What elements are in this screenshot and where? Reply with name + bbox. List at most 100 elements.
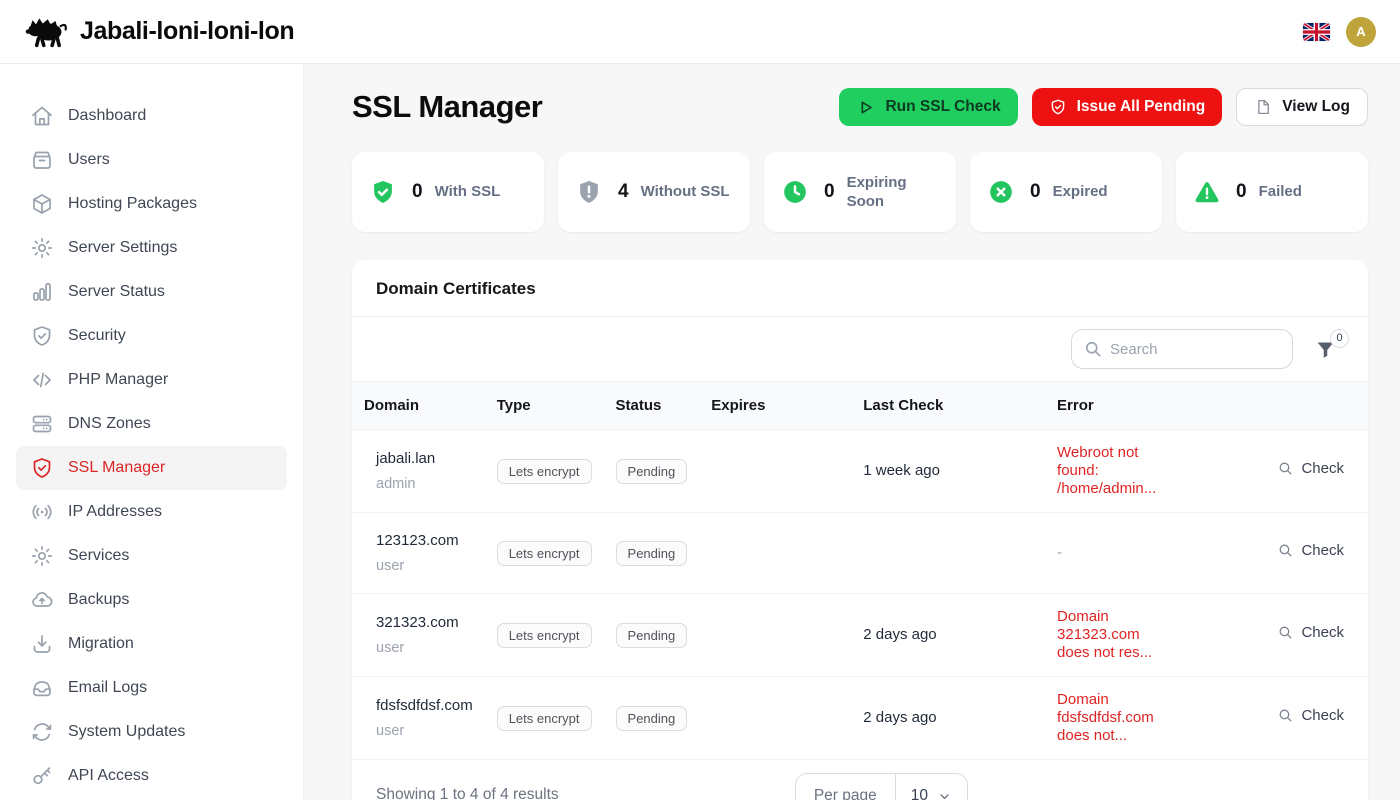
domain-name: jabali.lan bbox=[376, 450, 473, 467]
results-summary: Showing 1 to 4 of 4 results bbox=[376, 773, 559, 800]
sidebar-item[interactable]: PHP Manager bbox=[16, 358, 287, 402]
stat-count: 4 bbox=[618, 181, 629, 203]
sidebar-item-label: DNS Zones bbox=[68, 415, 151, 433]
cube-icon bbox=[30, 192, 54, 216]
type-badge: Lets encrypt bbox=[497, 459, 592, 484]
x-circle-filled-icon bbox=[988, 179, 1014, 205]
sidebar: Dashboard Users Hosting Packages Server … bbox=[0, 64, 304, 800]
sidebar-item[interactable]: Server Status bbox=[16, 270, 287, 314]
sidebar-item-label: Server Settings bbox=[68, 239, 177, 257]
check-button[interactable]: Check bbox=[1277, 542, 1344, 559]
sidebar-item[interactable]: Security bbox=[16, 314, 287, 358]
view-log-button[interactable]: View Log bbox=[1236, 88, 1368, 126]
inbox-icon bbox=[30, 676, 54, 700]
table-row: jabali.lan admin Lets encrypt Pending 1 … bbox=[352, 430, 1368, 513]
last-check-value: 2 days ago bbox=[863, 709, 936, 726]
sidebar-item[interactable]: Email Logs bbox=[16, 666, 287, 710]
run-ssl-check-button[interactable]: Run SSL Check bbox=[839, 88, 1017, 126]
sidebar-item-label: Users bbox=[68, 151, 110, 169]
domain-name: 321323.com bbox=[376, 614, 473, 631]
type-badge: Lets encrypt bbox=[497, 623, 592, 648]
filter-button[interactable]: 0 bbox=[1315, 339, 1336, 360]
type-badge: Lets encrypt bbox=[497, 541, 592, 566]
page-title: SSL Manager bbox=[352, 89, 542, 125]
check-button[interactable]: Check bbox=[1277, 460, 1344, 477]
app-title: Jabali-loni-loni-lon bbox=[80, 17, 294, 46]
column-header: Expires bbox=[699, 382, 851, 430]
uk-flag-icon[interactable] bbox=[1303, 23, 1330, 41]
sidebar-item-label: Migration bbox=[68, 635, 134, 653]
gear-icon bbox=[30, 236, 54, 260]
sidebar-item[interactable]: Services bbox=[16, 534, 287, 578]
status-badge: Pending bbox=[616, 541, 688, 566]
sidebar-item[interactable]: Users bbox=[16, 138, 287, 182]
shield-check-icon bbox=[30, 324, 54, 348]
sidebar-item-label: PHP Manager bbox=[68, 371, 168, 389]
sidebar-item[interactable]: Server Settings bbox=[16, 226, 287, 270]
column-header: Type bbox=[485, 382, 604, 430]
shield-check-icon bbox=[1049, 98, 1067, 116]
stats-row: 0 With SSL 4 Without SSL 0 Expiring Soon bbox=[352, 152, 1368, 232]
shield-check-icon bbox=[30, 456, 54, 480]
status-badge: Pending bbox=[616, 459, 688, 484]
sidebar-item-label: Services bbox=[68, 547, 129, 565]
status-badge: Pending bbox=[616, 706, 688, 731]
magnifier-icon bbox=[1277, 542, 1294, 559]
search-icon bbox=[1083, 339, 1103, 359]
brand-logo[interactable]: Jabali-loni-loni-lon bbox=[24, 15, 294, 49]
stat-count: 0 bbox=[1236, 181, 1247, 203]
stat-label: With SSL bbox=[435, 182, 501, 202]
per-page-select[interactable]: Per page 10 bbox=[795, 773, 968, 800]
sidebar-item[interactable]: Dashboard bbox=[16, 94, 287, 138]
sidebar-item-label: Hosting Packages bbox=[68, 195, 197, 213]
stat-count: 0 bbox=[824, 181, 835, 203]
stat-card: 0 With SSL bbox=[352, 152, 544, 232]
check-button[interactable]: Check bbox=[1277, 624, 1344, 641]
stat-label: Without SSL bbox=[641, 182, 730, 202]
stat-count: 0 bbox=[412, 181, 423, 203]
cloud-upload-icon bbox=[30, 588, 54, 612]
column-header: Error bbox=[1045, 382, 1177, 430]
sidebar-item[interactable]: DNS Zones bbox=[16, 402, 287, 446]
magnifier-icon bbox=[1277, 707, 1294, 724]
per-page-value: 10 bbox=[911, 787, 928, 800]
sidebar-item[interactable]: Migration bbox=[16, 622, 287, 666]
shield-check-filled-icon bbox=[370, 179, 396, 205]
clock-filled-icon bbox=[782, 179, 808, 205]
check-button[interactable]: Check bbox=[1277, 707, 1344, 724]
stat-count: 0 bbox=[1030, 181, 1041, 203]
sidebar-item[interactable]: API Access bbox=[16, 754, 287, 798]
error-message: Webroot not found: /home/admin... bbox=[1057, 444, 1156, 497]
warning-triangle-filled-icon bbox=[1194, 179, 1220, 205]
domain-owner: user bbox=[376, 558, 473, 574]
stat-label: Expiring Soon bbox=[847, 173, 938, 212]
filter-count-badge: 0 bbox=[1330, 329, 1349, 348]
type-badge: Lets encrypt bbox=[497, 706, 592, 731]
code-icon bbox=[30, 368, 54, 392]
sidebar-item[interactable]: IP Addresses bbox=[16, 490, 287, 534]
status-badge: Pending bbox=[616, 623, 688, 648]
stat-label: Failed bbox=[1259, 182, 1302, 202]
search-input[interactable] bbox=[1071, 329, 1293, 369]
play-icon bbox=[856, 98, 875, 117]
gear-icon bbox=[30, 544, 54, 568]
panel-title: Domain Certificates bbox=[352, 260, 1368, 317]
refresh-icon bbox=[30, 720, 54, 744]
table-row: 321323.com user Lets encrypt Pending 2 d… bbox=[352, 594, 1368, 677]
domain-owner: admin bbox=[376, 476, 473, 492]
document-icon bbox=[1254, 98, 1272, 116]
error-message: - bbox=[1057, 544, 1062, 561]
stat-card: 0 Expired bbox=[970, 152, 1162, 232]
sidebar-item-label: Email Logs bbox=[68, 679, 147, 697]
avatar[interactable]: A bbox=[1346, 17, 1376, 47]
sidebar-item[interactable]: Hosting Packages bbox=[16, 182, 287, 226]
error-message: Domain fdsfsdfdsf.com does not... bbox=[1057, 691, 1154, 744]
issue-all-pending-button[interactable]: Issue All Pending bbox=[1032, 88, 1223, 126]
sidebar-item[interactable]: SSL Manager bbox=[16, 446, 287, 490]
sidebar-item[interactable]: System Updates bbox=[16, 710, 287, 754]
home-icon bbox=[30, 104, 54, 128]
domain-owner: user bbox=[376, 640, 473, 656]
shield-alert-filled-icon bbox=[576, 179, 602, 205]
magnifier-icon bbox=[1277, 460, 1294, 477]
sidebar-item[interactable]: Backups bbox=[16, 578, 287, 622]
